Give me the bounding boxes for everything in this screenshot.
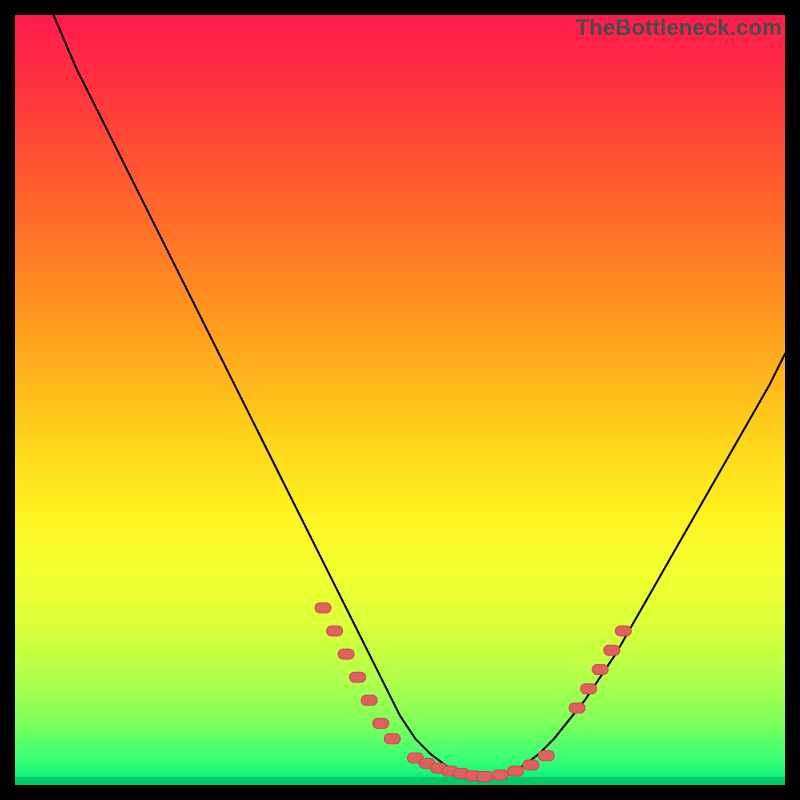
data-marker — [338, 649, 354, 659]
data-marker — [604, 645, 620, 655]
data-marker — [508, 766, 524, 776]
data-marker — [569, 703, 585, 713]
data-marker — [592, 665, 608, 675]
data-marker — [477, 772, 493, 782]
data-marker — [384, 734, 400, 744]
marker-group — [315, 603, 631, 782]
chart-svg — [15, 15, 785, 785]
data-marker — [581, 684, 597, 694]
data-marker — [538, 751, 554, 761]
data-marker — [523, 760, 539, 770]
data-marker — [361, 695, 377, 705]
data-marker — [350, 672, 366, 682]
data-marker — [315, 603, 331, 613]
bottleneck-curve — [54, 15, 786, 777]
data-marker — [492, 770, 508, 780]
plot-area — [15, 15, 785, 785]
data-marker — [373, 718, 389, 728]
chart-frame: TheBottleneck.com — [0, 0, 800, 800]
data-marker — [615, 626, 631, 636]
data-marker — [327, 626, 343, 636]
watermark-text: TheBottleneck.com — [576, 15, 782, 41]
